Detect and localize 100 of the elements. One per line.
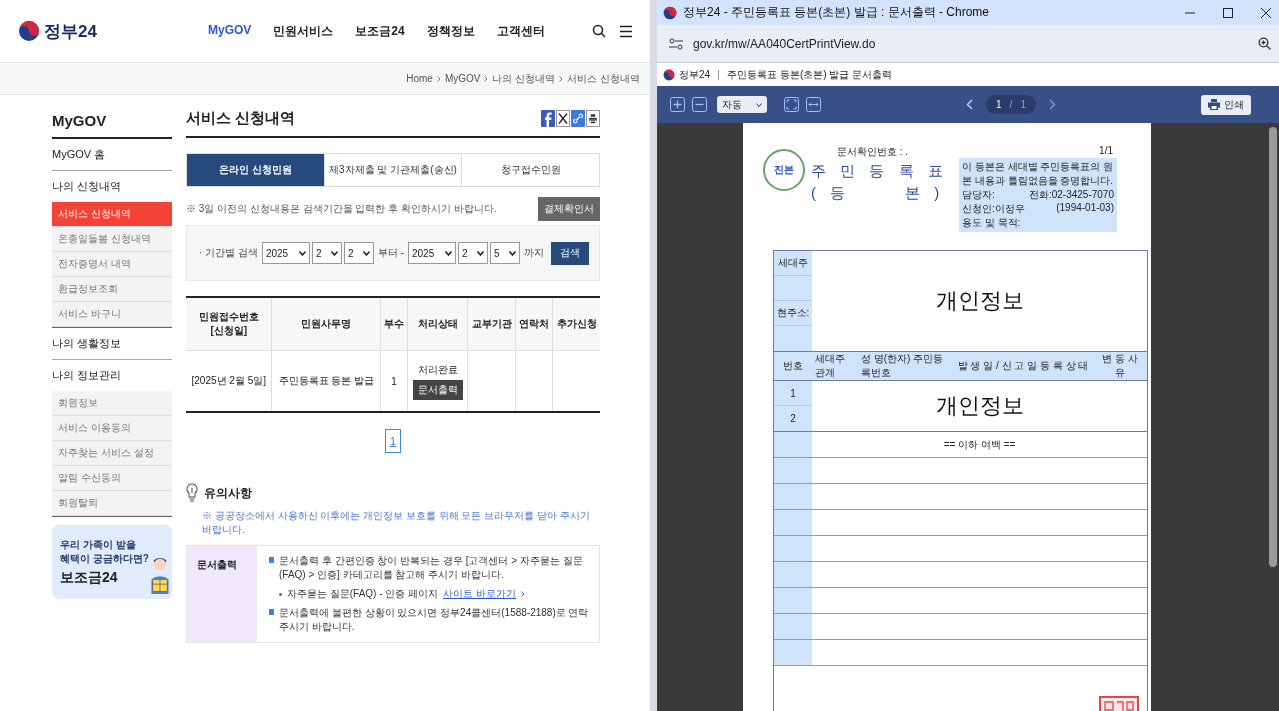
total-pages: 1: [1020, 99, 1026, 110]
sidebar-subitem[interactable]: 서비스 이용동의: [52, 416, 172, 441]
previous-page-icon[interactable]: [966, 99, 974, 110]
tab[interactable]: 제3자제출 및 기관제출(송신): [323, 154, 462, 186]
sidebar-subitem[interactable]: 환급정보조회: [52, 277, 172, 302]
logo-icon: [18, 20, 40, 42]
date-select[interactable]: 2025: [408, 242, 456, 264]
breadcrumb-link[interactable]: 서비스 신청내역: [567, 71, 640, 86]
date-select[interactable]: 5: [490, 242, 520, 264]
link-icon[interactable]: [571, 110, 585, 127]
page-title: 서비스 신청내역: [186, 109, 296, 128]
tab[interactable]: 청구접수민원: [461, 154, 599, 186]
column-header: 번호: [782, 359, 804, 373]
sidebar-title: MyGOV: [52, 105, 172, 139]
sidebar-subitem[interactable]: 알림 수신동의: [52, 466, 172, 491]
site-logo[interactable]: 정부24: [44, 19, 97, 43]
site-settings-icon[interactable]: [669, 37, 683, 50]
table-cell: [774, 536, 812, 561]
sidebar-item[interactable]: MyGOV 홈: [52, 139, 172, 171]
print-icon[interactable]: [586, 110, 600, 127]
column-header: 부수: [380, 297, 408, 351]
table-cell: [774, 484, 812, 509]
column-header: 민원사무명: [271, 297, 381, 351]
table-cell: [774, 640, 812, 665]
menu-icon[interactable]: [620, 24, 632, 38]
chevron-icon: [559, 75, 564, 82]
fit-width-icon[interactable]: [806, 97, 821, 112]
notice-label: 문서출력: [187, 546, 257, 642]
nav-link[interactable]: 고객센터: [496, 22, 545, 40]
x-icon[interactable]: [556, 110, 570, 127]
banner-text: 혜택이 궁금하다면?: [60, 551, 149, 566]
page-link[interactable]: 1: [385, 429, 401, 453]
caret-icon: [509, 250, 516, 256]
stamp-text: 진본: [774, 163, 794, 177]
sidebar-subitem[interactable]: 전자증명서 내역: [52, 252, 172, 277]
table-cell: [774, 510, 812, 535]
current-page[interactable]: 1: [996, 99, 1002, 110]
page-separator: /: [1009, 99, 1013, 110]
maximize-icon[interactable]: [1223, 7, 1233, 18]
date-select[interactable]: 2: [458, 242, 488, 264]
nav-link[interactable]: MyGOV: [208, 22, 252, 40]
column-header: 민원접수번호 [신청일]: [186, 297, 272, 351]
date-select[interactable]: 2025: [261, 242, 310, 264]
square-bullet-icon: [269, 609, 274, 615]
table-cell: [774, 432, 812, 457]
sidebar-item[interactable]: 나의 생활정보: [52, 328, 172, 360]
nav-link[interactable]: 정책정보: [426, 22, 475, 40]
notice-item: 문서출력에 불편한 상황이 있으시면 정부24콜센터(1588-2188)로 연락주시기 바랍니다.: [279, 606, 590, 634]
square-bullet-icon: [269, 557, 274, 563]
url-text[interactable]: gov.kr/mw/AA040CertPrintView.do: [693, 36, 1248, 51]
receipt-button[interactable]: 결제확인서: [538, 197, 600, 221]
promo-banner[interactable]: 우리 가족이 받을 혜택이 궁금하다면? 보조금24: [52, 525, 172, 599]
close-icon[interactable]: [1261, 7, 1271, 18]
facebook-icon[interactable]: [541, 110, 555, 127]
sidebar-subitem[interactable]: 회원탈퇴: [52, 491, 172, 516]
sidebar-subitem[interactable]: 서비스 신청내역: [52, 202, 172, 227]
next-page-icon[interactable]: [1048, 99, 1056, 110]
logo-icon: [663, 68, 675, 81]
sidebar-subitem[interactable]: 자주찾는 서비스 설정: [52, 441, 172, 466]
document-title: 주 민 등 록 표: [811, 162, 949, 181]
zoom-icon[interactable]: [1258, 37, 1271, 50]
column-header: 변 동 사 유: [1101, 352, 1139, 380]
section-title: 유의사항: [204, 484, 252, 502]
breadcrumb-link[interactable]: 나의 신청내역: [492, 71, 556, 86]
chevron-icon: [436, 75, 441, 82]
column-header: 처리상태: [407, 297, 468, 351]
sidebar-subitem[interactable]: 온종일돌봄 신청내역: [52, 227, 172, 252]
date-select[interactable]: 2: [343, 242, 374, 264]
tab[interactable]: 온라인 신청민원: [187, 154, 324, 186]
zoom-select[interactable]: 자동: [717, 96, 767, 113]
field-value: (1994-01-03): [1056, 202, 1114, 215]
print-document-button[interactable]: 문서출력: [412, 379, 463, 400]
caret-icon: [298, 250, 306, 256]
note-text: ※ 3일 이전의 신청내용은 검색기간을 입력한 후 확인하시기 바랍니다.: [186, 202, 497, 216]
fit-page-icon[interactable]: [784, 97, 799, 112]
breadcrumb-link[interactable]: MyGOV: [444, 73, 481, 84]
range-text: 까지: [524, 246, 544, 260]
lightbulb-icon: [186, 483, 198, 503]
field-label: 신청인:이정우: [962, 202, 1025, 216]
search-icon[interactable]: [592, 24, 606, 38]
site-link[interactable]: 사이트 바로가기: [443, 587, 516, 601]
caret-icon: [477, 250, 484, 256]
sidebar-subitem[interactable]: 서비스 바구니: [52, 302, 172, 327]
column-header: 성 명(한자) 주민등록번호: [860, 352, 945, 380]
date-select[interactable]: 2: [311, 242, 342, 264]
caret-icon: [445, 250, 452, 256]
sidebar-subitem[interactable]: 회원정보: [52, 391, 172, 416]
zoom-in-icon[interactable]: [670, 97, 685, 112]
nav-link[interactable]: 보조금24: [355, 22, 405, 40]
nav-link[interactable]: 민원서비스: [273, 22, 334, 40]
column-header: 발 생 일 / 신 고 일 등 록 상 태: [956, 359, 1090, 373]
notice-item: 자주묻는 질문(FAQ) - 인증 페이지: [287, 587, 439, 601]
print-button[interactable]: 인쇄: [1201, 94, 1251, 115]
breadcrumb-link[interactable]: Home: [406, 73, 433, 84]
search-button[interactable]: 검색: [551, 241, 589, 265]
zoom-out-icon[interactable]: [692, 97, 707, 112]
scrollbar[interactable]: [1269, 127, 1277, 567]
table-cell: [774, 458, 812, 483]
chevron-icon: [520, 591, 525, 597]
table-cell: [774, 614, 812, 639]
